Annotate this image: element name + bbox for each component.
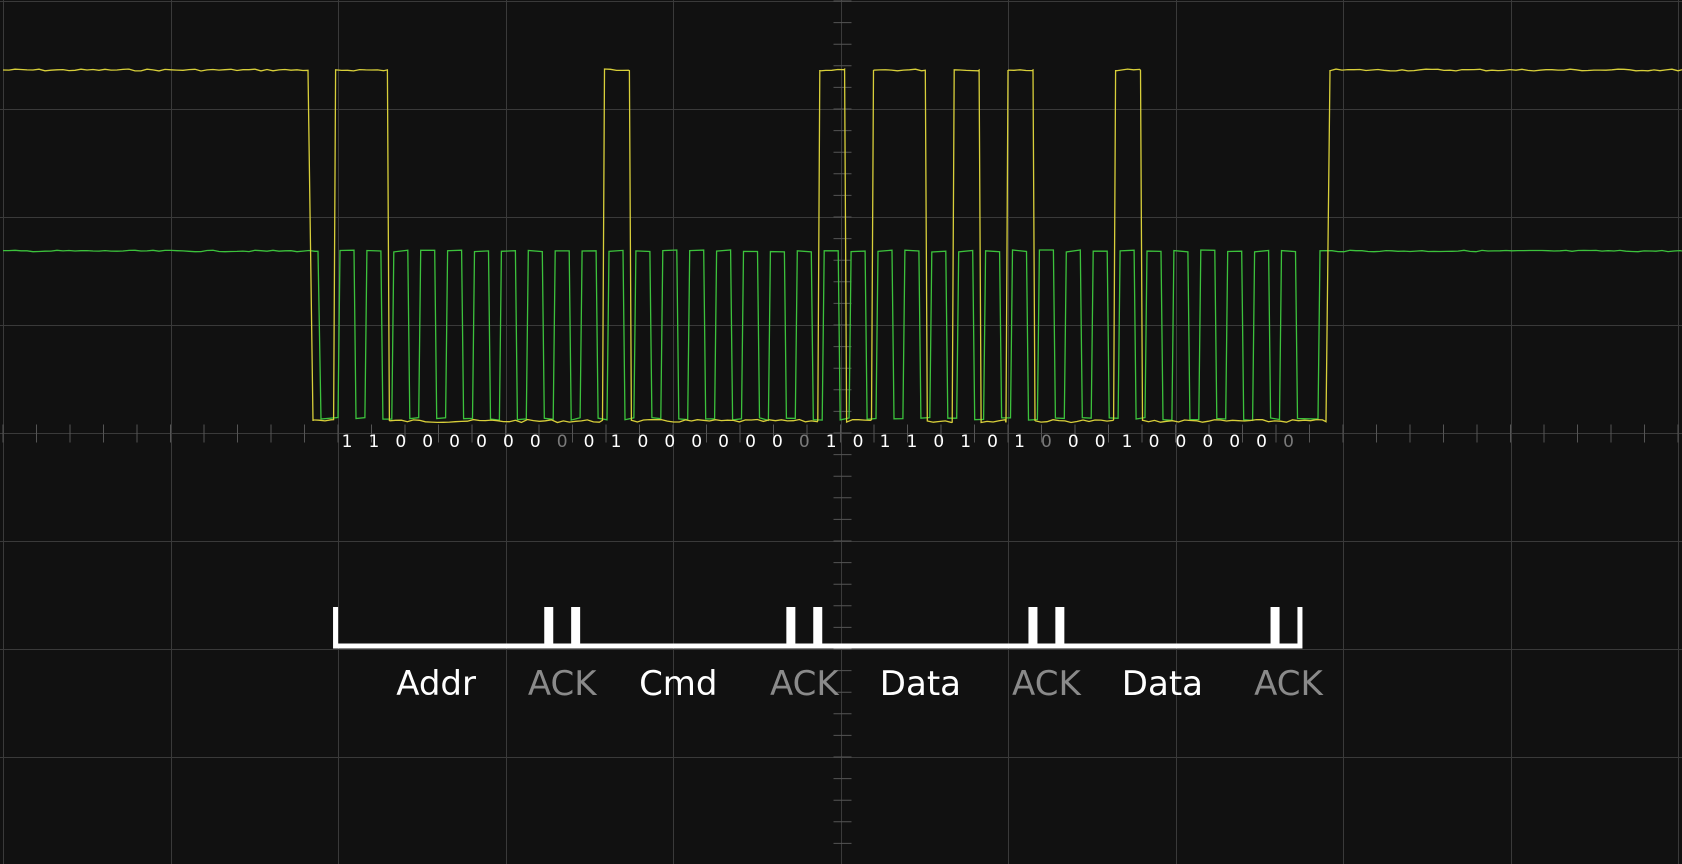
bit-value: 0: [395, 432, 406, 452]
bit-value: 0: [1256, 432, 1267, 452]
bit-value: 1: [368, 432, 379, 452]
bit-value: 0: [987, 432, 998, 452]
bit-value: 0: [1068, 432, 1079, 452]
ack-label: ACK: [1012, 664, 1082, 704]
bit-value: 0: [1229, 432, 1240, 452]
bit-value: 1: [1014, 432, 1025, 452]
ack-bit-value: 0: [1283, 432, 1294, 452]
bit-value: 0: [664, 432, 675, 452]
bit-value: 1: [1122, 432, 1133, 452]
segment-label: Addr: [396, 664, 476, 704]
bit-value: 1: [906, 432, 917, 452]
bit-value: 1: [342, 432, 353, 452]
ack-label: ACK: [770, 664, 840, 704]
ack-label: ACK: [528, 664, 598, 704]
bit-value: 1: [611, 432, 622, 452]
bit-value: 0: [530, 432, 541, 452]
bit-value: 1: [826, 432, 837, 452]
bit-value: 0: [1175, 432, 1186, 452]
bit-value: 0: [476, 432, 487, 452]
ack-bit-value: 0: [799, 432, 810, 452]
bit-value: 0: [637, 432, 648, 452]
bit-value: 0: [503, 432, 514, 452]
bit-value: 0: [1149, 432, 1160, 452]
bit-value: 0: [691, 432, 702, 452]
bit-value: 0: [1202, 432, 1213, 452]
bit-value: 1: [960, 432, 971, 452]
bit-value: 0: [933, 432, 944, 452]
ack-label: ACK: [1254, 664, 1324, 704]
bit-value: 0: [745, 432, 756, 452]
oscilloscope-display: 110000000010000000101101010001000000 Add…: [0, 0, 1682, 864]
bit-value: 0: [718, 432, 729, 452]
bit-value: 0: [584, 432, 595, 452]
segment-label: Cmd: [639, 664, 717, 704]
ack-bit-value: 0: [1041, 432, 1052, 452]
ack-bit-value: 0: [557, 432, 568, 452]
bit-value: 0: [853, 432, 864, 452]
bit-value: 0: [772, 432, 783, 452]
segment-label: Data: [1122, 664, 1203, 704]
bit-value: 1: [880, 432, 891, 452]
bit-value: 0: [449, 432, 460, 452]
bit-value: 0: [1095, 432, 1106, 452]
bit-value: 0: [422, 432, 433, 452]
segment-label: Data: [880, 664, 961, 704]
